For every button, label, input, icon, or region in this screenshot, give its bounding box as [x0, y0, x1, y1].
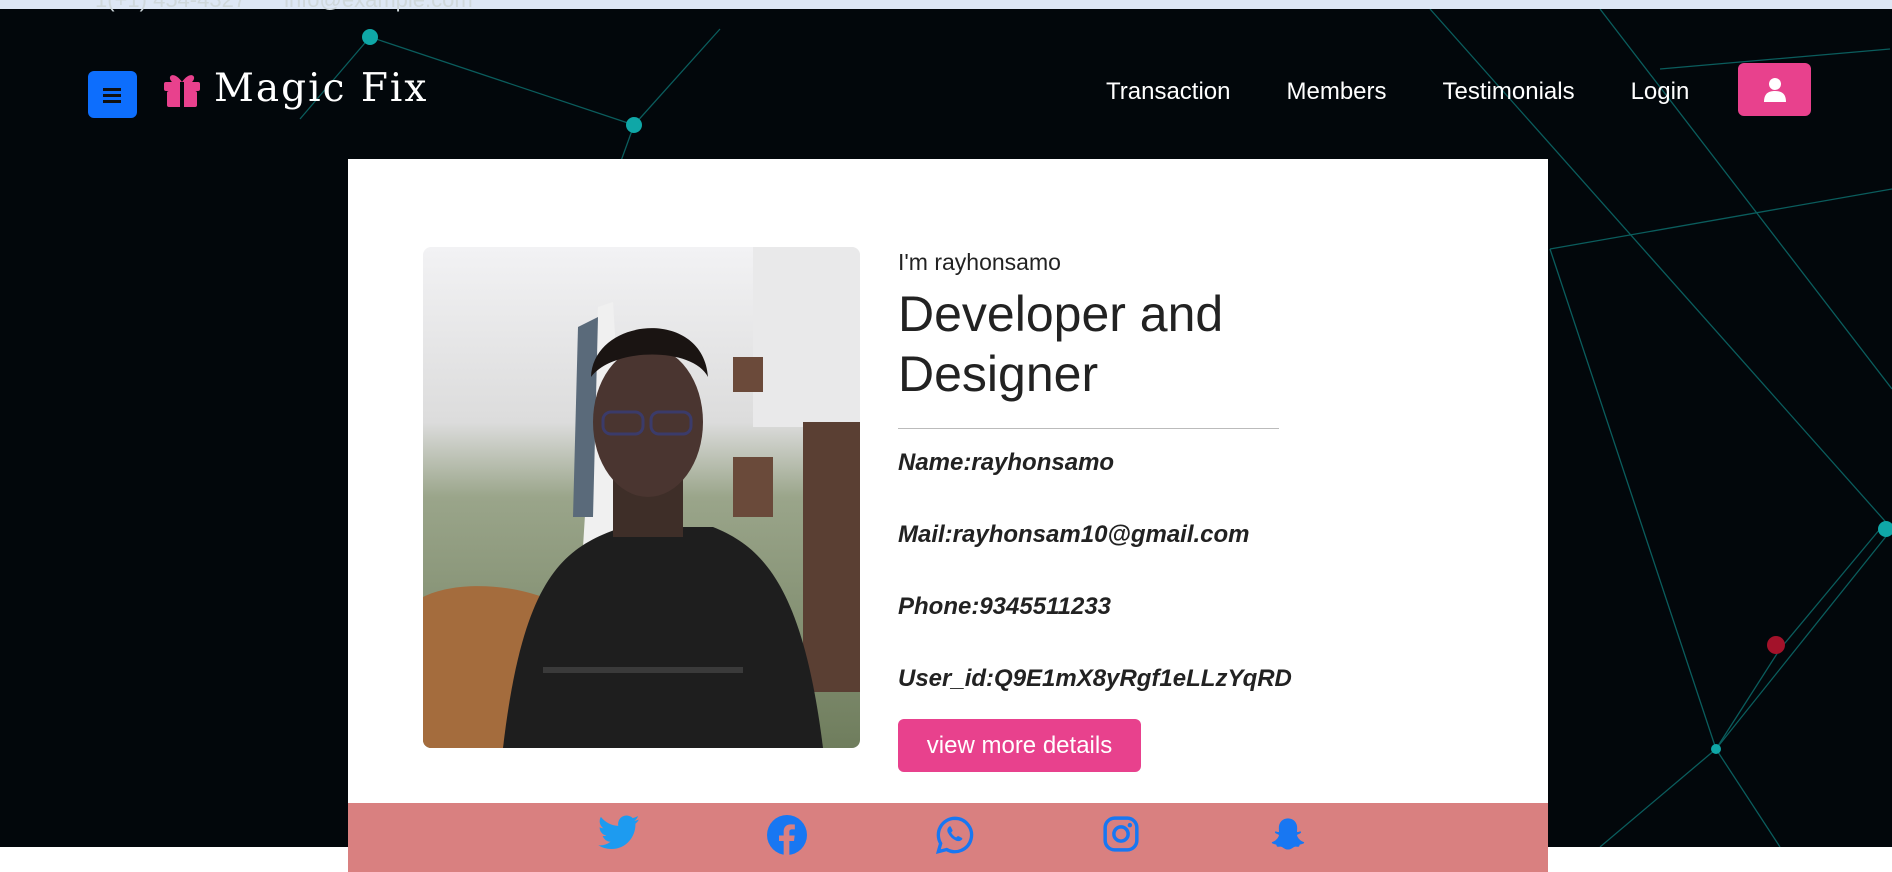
- user-icon: [1763, 77, 1786, 102]
- nav-links: Transaction Members Testimonials Login: [1106, 78, 1689, 106]
- brand-name: Magic Fix: [214, 66, 429, 111]
- profile-name: Name:rayhonsamo: [898, 449, 1115, 476]
- user-account-button[interactable]: [1738, 63, 1811, 116]
- profile-headline: Developer and Designer: [898, 286, 1224, 402]
- profile-phone: Phone:9345511233: [898, 593, 1112, 620]
- menu-toggle-button[interactable]: [88, 71, 137, 118]
- twitter-icon[interactable]: [598, 815, 640, 853]
- view-more-details-button[interactable]: view more details: [898, 719, 1141, 772]
- profile-card: I'm rayhonsamo Developer and Designer Na…: [348, 159, 1548, 872]
- instagram-icon[interactable]: [1102, 815, 1140, 853]
- social-bar: [348, 803, 1548, 872]
- nav-link-login[interactable]: Login: [1631, 78, 1690, 106]
- gift-icon: [164, 74, 200, 107]
- profile-mail: Mail:rayhonsam10@gmail.com: [898, 521, 1250, 548]
- hamburger-icon: [102, 87, 121, 103]
- snapchat-icon[interactable]: [1268, 815, 1308, 855]
- profile-user-id: User_id:Q9E1mX8yRgf1eLLzYqRD: [898, 665, 1292, 692]
- divider: [898, 428, 1279, 429]
- nav-link-members[interactable]: Members: [1287, 78, 1387, 106]
- contact-topbar: 1(+1) 454-4327 info@example.com: [95, 0, 473, 12]
- topbar-phone: 1(+1) 454-4327: [95, 0, 246, 13]
- profile-intro: I'm rayhonsamo: [898, 249, 1061, 275]
- whatsapp-icon[interactable]: [935, 815, 975, 855]
- profile-photo: [423, 247, 860, 748]
- nav-link-testimonials[interactable]: Testimonials: [1443, 78, 1575, 106]
- brand-logo[interactable]: Magic Fix: [162, 66, 428, 111]
- facebook-icon[interactable]: [767, 815, 807, 855]
- navbar: Magic Fix Transaction Members Testimonia…: [0, 60, 1892, 120]
- profile-info: I'm rayhonsamo Developer and Designer Na…: [898, 249, 1498, 737]
- nav-link-transaction[interactable]: Transaction: [1106, 78, 1231, 106]
- topbar-email: info@example.com: [284, 0, 473, 13]
